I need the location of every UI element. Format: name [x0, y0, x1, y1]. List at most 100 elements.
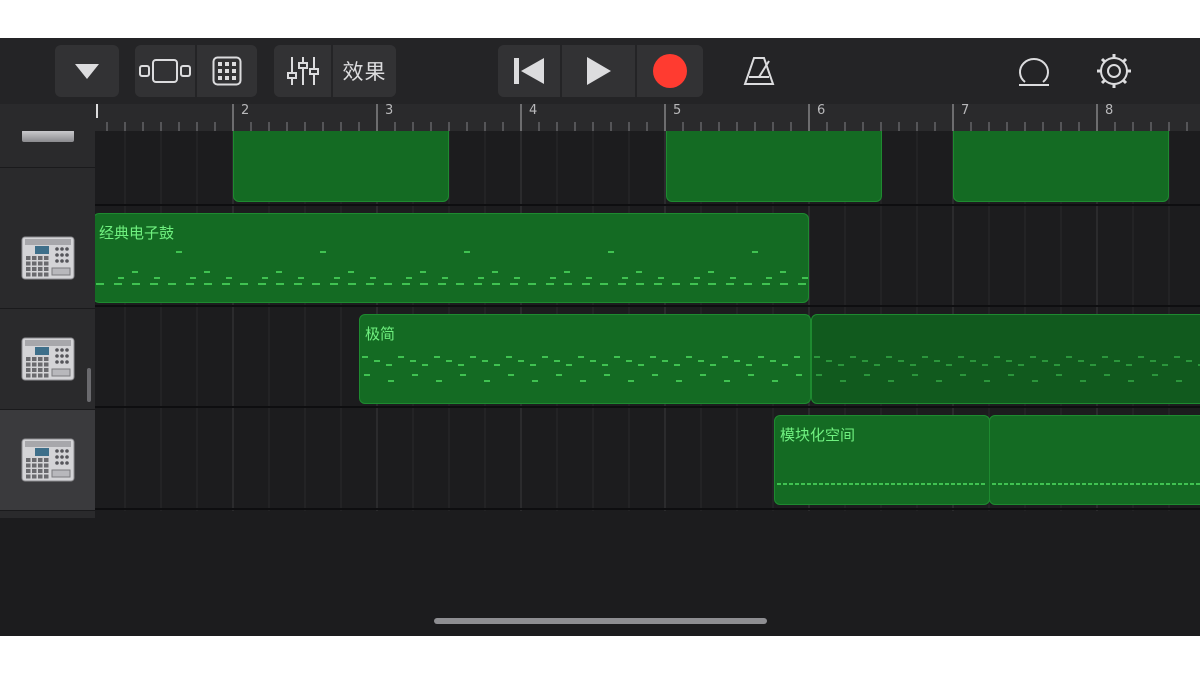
drum-screen	[34, 347, 49, 355]
drum-pad	[37, 362, 42, 367]
record-icon	[653, 54, 688, 88]
drum-pad	[43, 463, 48, 468]
drum-knob	[64, 253, 69, 257]
drum-pad	[43, 458, 48, 462]
drum-knob	[64, 455, 69, 459]
drum-knob	[54, 360, 59, 364]
drum-pad	[31, 267, 36, 271]
drum-panel	[51, 368, 70, 377]
drum-knob	[54, 461, 59, 465]
rewind-icon	[513, 58, 544, 84]
drum-pad	[37, 373, 42, 378]
drum-pad	[37, 261, 42, 266]
drum-pad	[31, 373, 36, 378]
drum-pad	[37, 469, 42, 473]
track-view-icon	[139, 59, 191, 83]
ruler-ticks	[96, 104, 1188, 131]
drum-pad	[31, 261, 36, 266]
settings-button[interactable]	[1090, 45, 1138, 97]
drum-knob	[54, 247, 59, 251]
region-partial[interactable]	[233, 131, 449, 202]
ruler-bar-label: 8	[1105, 103, 1114, 118]
drum-top	[24, 340, 71, 346]
track-header-partial[interactable]	[0, 131, 95, 168]
record-button[interactable]	[637, 45, 703, 97]
drum-pad	[43, 368, 48, 372]
drum-knob	[59, 360, 64, 364]
region-modular-space[interactable]: 模块化空间	[774, 415, 990, 505]
grid-view-button[interactable]	[197, 45, 257, 97]
region-notes	[992, 483, 1200, 485]
drum-pad	[31, 357, 36, 361]
drum-pad	[25, 357, 30, 361]
drum-pad	[37, 463, 42, 468]
mixer-icon	[286, 57, 319, 85]
drum-pad	[37, 474, 42, 479]
ruler-bar-label: 2	[241, 103, 250, 118]
drum-pad	[31, 256, 36, 260]
play-icon	[586, 57, 611, 85]
settings-icon	[1097, 54, 1131, 88]
region-classic-electronic-drums[interactable]: 经典电子鼓	[95, 213, 809, 303]
effects-button[interactable]: 效果	[333, 45, 396, 97]
drum-top	[24, 239, 71, 245]
region-partial[interactable]	[666, 131, 882, 202]
drum-machine-icon	[21, 131, 74, 142]
drum-pad	[43, 256, 48, 260]
rewind-button[interactable]	[498, 45, 562, 97]
drum-pad	[43, 362, 48, 367]
drum-knob	[59, 461, 64, 465]
toolbar: 效果	[0, 38, 1200, 104]
mixer-button[interactable]	[274, 45, 334, 97]
track-scroll-indicator[interactable]	[87, 368, 91, 402]
drum-machine-icon	[21, 438, 74, 482]
garageband-window: 效果 2 3 4 5 6 7 8 经典电子鼓 极简 模块化空间	[0, 38, 1200, 636]
drum-top	[24, 441, 71, 447]
timeline-ruler[interactable]: 2 3 4 5 6 7 8	[95, 103, 1200, 131]
track-header-3[interactable]	[0, 410, 95, 511]
drum-knob	[64, 348, 69, 352]
ruler-bar-label: 4	[529, 103, 538, 118]
drum-knob	[59, 348, 64, 352]
drum-screen	[34, 448, 49, 456]
drum-panel	[51, 267, 70, 276]
metronome-button[interactable]	[735, 45, 783, 97]
drum-pad	[43, 272, 48, 277]
drum-pad	[25, 373, 30, 378]
drum-pad	[31, 463, 36, 468]
drum-knob	[59, 253, 64, 257]
drum-knob	[59, 449, 64, 453]
drum-knob	[54, 449, 59, 453]
loop-browser-button[interactable]	[1010, 45, 1058, 97]
drum-pad	[25, 474, 30, 479]
region-minimal[interactable]: 极简	[359, 314, 811, 404]
drum-screen	[34, 246, 49, 254]
drum-pad	[31, 368, 36, 372]
drum-knob	[54, 259, 59, 263]
drum-machine-icon	[21, 236, 74, 280]
drum-pad	[25, 272, 30, 277]
track-header-2[interactable]	[0, 309, 95, 410]
drum-pad	[37, 256, 42, 260]
drum-pad	[31, 272, 36, 277]
drum-panel	[51, 469, 70, 478]
metronome-icon	[743, 57, 775, 85]
drum-knob	[64, 360, 69, 364]
effects-label: 效果	[342, 60, 387, 84]
drum-knob	[54, 354, 59, 358]
drum-knob	[54, 455, 59, 459]
play-button[interactable]	[561, 45, 638, 97]
drum-pad	[25, 469, 30, 473]
drum-pad	[25, 368, 30, 372]
track-header-1[interactable]	[0, 208, 95, 309]
drum-pad	[37, 267, 42, 271]
drum-pad	[31, 458, 36, 462]
home-indicator[interactable]	[434, 618, 767, 624]
region-minimal-loop[interactable]	[811, 314, 1200, 404]
grid-icon	[212, 56, 242, 86]
region-modular-space-loop[interactable]	[989, 415, 1200, 505]
browser-menu-button[interactable]	[55, 45, 119, 97]
track-view-button[interactable]	[135, 45, 197, 97]
ruler-bar-label: 3	[385, 103, 394, 118]
region-partial[interactable]	[953, 131, 1169, 202]
